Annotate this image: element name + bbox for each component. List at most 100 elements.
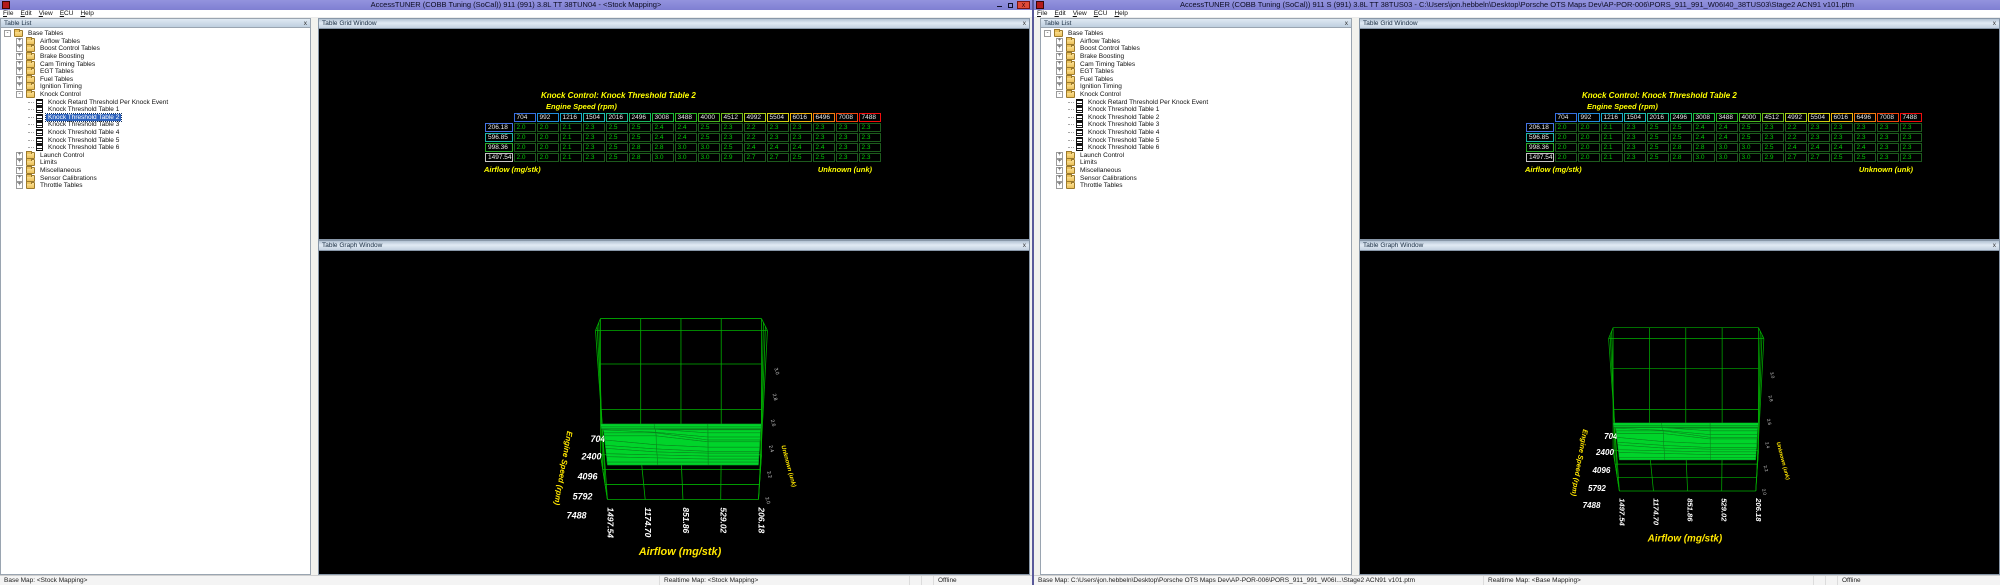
tree-item-miscellaneous[interactable]: +Miscellaneous [1041, 167, 1351, 175]
grid-cell[interactable]: 2.0 [537, 133, 559, 142]
close-icon[interactable]: x [304, 19, 307, 27]
expand-icon[interactable]: + [1056, 167, 1063, 174]
tree-item-knock-retard-threshold-per-knock-event[interactable]: Knock Retard Threshold Per Knock Event [1041, 98, 1351, 106]
close-button[interactable]: x [1017, 1, 1030, 9]
grid-cell[interactable]: 2.0 [1578, 153, 1600, 162]
table-grid-window-header[interactable]: Table Grid Window x [319, 19, 1029, 29]
expand-icon[interactable]: + [16, 76, 23, 83]
tree-item-base-tables[interactable]: -Base Tables [1, 30, 310, 38]
grid-cell[interactable]: 2.3 [1854, 123, 1876, 132]
grid-cell[interactable]: 2.4 [744, 143, 766, 152]
grid-col-header[interactable]: 704 [514, 113, 536, 122]
grid-cell[interactable]: 2.9 [721, 153, 743, 162]
grid-cell[interactable]: 2.3 [1808, 123, 1830, 132]
grid-cell[interactable]: 2.7 [1808, 153, 1830, 162]
tree-item-knock-threshold-table-4[interactable]: Knock Threshold Table 4 [1041, 129, 1351, 137]
grid-cell[interactable]: 2.0 [1555, 133, 1577, 142]
expand-icon[interactable]: + [16, 175, 23, 182]
grid-cell[interactable]: 3.0 [1739, 153, 1761, 162]
grid-cell[interactable]: 2.5 [606, 123, 628, 132]
menu-file[interactable]: File [1037, 10, 1048, 18]
tree-item-knock-threshold-table-6[interactable]: Knock Threshold Table 6 [1, 144, 310, 152]
expand-icon[interactable]: + [16, 45, 23, 52]
grid-cell[interactable]: 3.0 [698, 153, 720, 162]
menu-file[interactable]: File [3, 10, 14, 18]
grid-row-header[interactable]: 596.85 [485, 133, 513, 142]
grid-cell[interactable]: 2.3 [790, 133, 812, 142]
grid-cell[interactable]: 2.0 [537, 153, 559, 162]
grid-cell[interactable]: 2.8 [629, 143, 651, 152]
tree-item-knock-threshold-table-1[interactable]: Knock Threshold Table 1 [1041, 106, 1351, 114]
grid-col-header[interactable]: 4000 [1739, 113, 1761, 122]
grid-cell[interactable]: 2.3 [1854, 133, 1876, 142]
grid-col-header[interactable]: 3008 [1693, 113, 1715, 122]
grid-row-header[interactable]: 596.85 [1526, 133, 1554, 142]
grid-col-header[interactable]: 4512 [1762, 113, 1784, 122]
expand-icon[interactable]: + [16, 159, 23, 166]
grid-cell[interactable]: 3.0 [698, 143, 720, 152]
grid-cell[interactable]: 2.3 [583, 133, 605, 142]
tree-item-egt-tables[interactable]: +EGT Tables [1041, 68, 1351, 76]
grid-cell[interactable]: 2.4 [1716, 123, 1738, 132]
grid-cell[interactable]: 2.0 [1555, 153, 1577, 162]
expand-icon[interactable]: + [16, 182, 23, 189]
grid-cell[interactable]: 2.5 [790, 153, 812, 162]
grid-cell[interactable]: 2.2 [744, 133, 766, 142]
grid-cell[interactable]: 2.3 [859, 153, 881, 162]
grid-cell[interactable]: 3.0 [1739, 143, 1761, 152]
grid-cell[interactable]: 2.3 [721, 133, 743, 142]
grid-cell[interactable]: 2.3 [583, 123, 605, 132]
tree-item-knock-threshold-table-2[interactable]: Knock Threshold Table 2 [1, 114, 310, 122]
grid-cell[interactable]: 2.3 [1762, 123, 1784, 132]
menu-view[interactable]: View [1073, 10, 1087, 18]
grid-cell[interactable]: 2.5 [1670, 133, 1692, 142]
grid-cell[interactable]: 2.5 [1647, 123, 1669, 132]
tree-item-ignition-timing[interactable]: +Ignition Timing [1041, 83, 1351, 91]
expand-icon[interactable]: + [16, 53, 23, 60]
grid-cell[interactable]: 3.0 [1716, 153, 1738, 162]
tree-item-egt-tables[interactable]: +EGT Tables [1, 68, 310, 76]
grid-cell[interactable]: 2.4 [652, 133, 674, 142]
grid-cell[interactable]: 2.4 [1854, 143, 1876, 152]
grid-cell[interactable]: 2.3 [1900, 153, 1922, 162]
grid-cell[interactable]: 2.3 [836, 123, 858, 132]
grid-cell[interactable]: 2.3 [1762, 133, 1784, 142]
grid-col-header[interactable]: 2496 [1670, 113, 1692, 122]
grid-cell[interactable]: 2.3 [1877, 143, 1899, 152]
grid-cell[interactable]: 2.3 [1624, 153, 1646, 162]
grid-cell[interactable]: 2.5 [721, 143, 743, 152]
expand-icon[interactable]: + [1056, 45, 1063, 52]
grid-col-header[interactable]: 3008 [652, 113, 674, 122]
menu-help[interactable]: Help [80, 10, 93, 18]
grid-cell[interactable]: 2.4 [652, 123, 674, 132]
grid-cell[interactable]: 2.3 [583, 153, 605, 162]
grid-cell[interactable]: 2.0 [514, 143, 536, 152]
grid-row-header[interactable]: 206.18 [1526, 123, 1554, 132]
tree-item-launch-control[interactable]: +Launch Control [1, 152, 310, 160]
expand-icon[interactable]: + [1056, 68, 1063, 75]
grid-cell[interactable]: 3.0 [1693, 153, 1715, 162]
tree-item-sensor-calibrations[interactable]: +Sensor Calibrations [1, 174, 310, 182]
grid-row-header[interactable]: 206.18 [485, 123, 513, 132]
grid-cell[interactable]: 2.3 [859, 123, 881, 132]
grid-cell[interactable]: 2.3 [1900, 123, 1922, 132]
close-icon[interactable]: x [1023, 19, 1026, 28]
grid-cell[interactable]: 2.3 [583, 143, 605, 152]
grid-cell[interactable]: 2.3 [721, 123, 743, 132]
grid-col-header[interactable]: 992 [1578, 113, 1600, 122]
grid-col-header[interactable]: 4992 [1785, 113, 1807, 122]
grid-col-header[interactable]: 7008 [1877, 113, 1899, 122]
grid-col-header[interactable]: 1216 [560, 113, 582, 122]
grid-col-header[interactable]: 6496 [1854, 113, 1876, 122]
expand-icon[interactable]: + [1056, 53, 1063, 60]
tree-item-knock-threshold-table-2[interactable]: Knock Threshold Table 2 [1041, 114, 1351, 122]
grid-cell[interactable]: 2.0 [514, 133, 536, 142]
grid-cell[interactable]: 2.3 [1831, 133, 1853, 142]
grid-cell[interactable]: 2.3 [836, 153, 858, 162]
grid-cell[interactable]: 2.4 [1693, 133, 1715, 142]
tree-item-airflow-tables[interactable]: +Airflow Tables [1041, 38, 1351, 46]
tree-item-boost-control-tables[interactable]: +Boost Control Tables [1, 45, 310, 53]
grid-col-header[interactable]: 6496 [813, 113, 835, 122]
tree-item-knock-threshold-table-4[interactable]: Knock Threshold Table 4 [1, 129, 310, 137]
tree-item-fuel-tables[interactable]: +Fuel Tables [1041, 76, 1351, 84]
